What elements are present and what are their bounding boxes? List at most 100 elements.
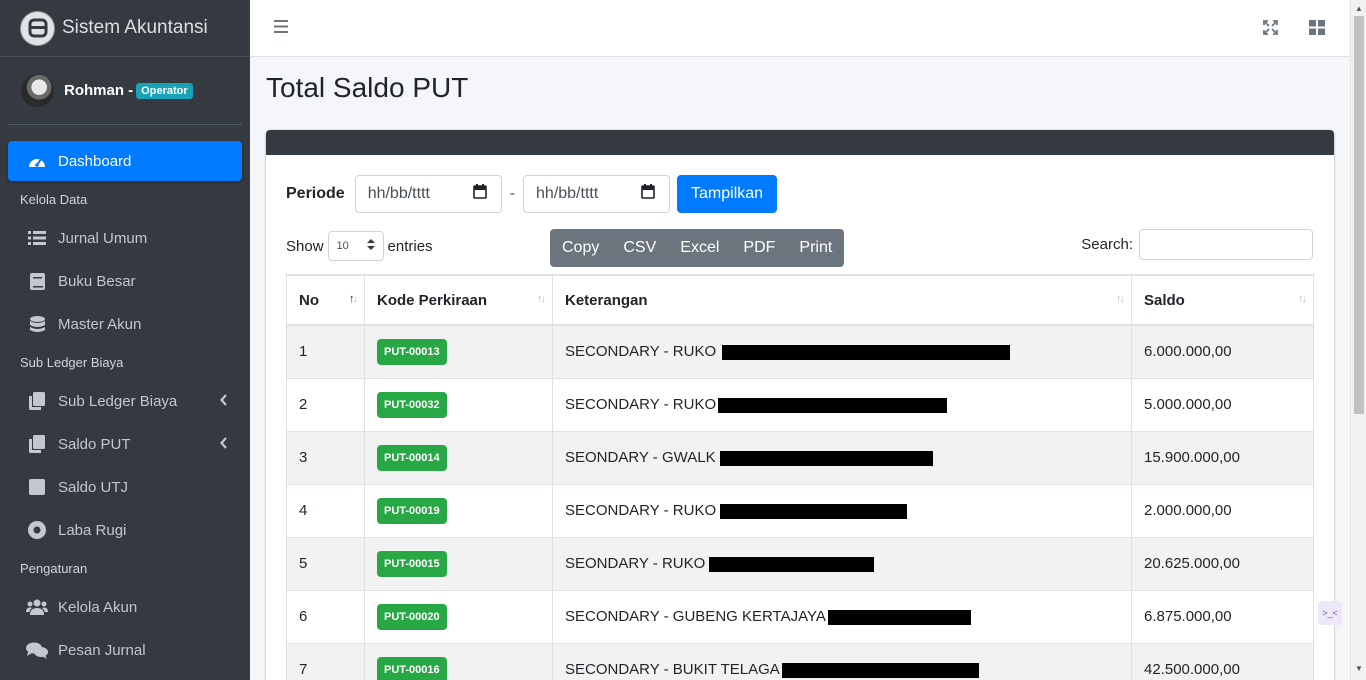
brand-link[interactable]: Sistem Akuntansi bbox=[0, 0, 250, 57]
tampilkan-button[interactable]: Tampilkan bbox=[677, 175, 778, 213]
cell-keterangan: SECONDARY - RUKO bbox=[552, 377, 1132, 432]
extension-widget-icon[interactable]: >_< bbox=[1318, 601, 1342, 625]
keterangan-text: SECONDARY - RUKO bbox=[565, 502, 717, 519]
copy-icon bbox=[26, 435, 48, 453]
avatar[interactable] bbox=[21, 74, 54, 107]
sidebar-item-dashboard[interactable]: Dashboard bbox=[8, 141, 242, 181]
sort-ascending-icon[interactable]: ↑↓ bbox=[349, 293, 358, 305]
scroll-up-arrow-icon[interactable]: ▲ bbox=[1355, 4, 1363, 13]
redaction-bar bbox=[718, 397, 948, 413]
date-to-input[interactable]: hh/bb/tttt bbox=[523, 175, 671, 213]
pdf-button[interactable]: PDF bbox=[731, 229, 787, 267]
sidebar-item-laba-rugi[interactable]: Laba Rugi bbox=[8, 510, 242, 550]
sidebar-item-label: Sub Ledger Biaya bbox=[58, 392, 178, 410]
sidebar-item-jurnal-umum[interactable]: Jurnal Umum bbox=[8, 218, 242, 258]
nav-header-sub-ledger: Sub Ledger Biaya bbox=[20, 355, 124, 370]
print-button[interactable]: Print bbox=[787, 229, 844, 267]
sidebar-item-master-akun[interactable]: Master Akun bbox=[8, 304, 242, 344]
brand-logo-icon bbox=[21, 11, 54, 45]
calendar-icon[interactable] bbox=[472, 184, 487, 204]
column-label: Keterangan bbox=[565, 291, 648, 309]
kode-badge: PUT-00013 bbox=[377, 338, 447, 365]
sidebar-item-label: Jurnal Umum bbox=[58, 229, 148, 247]
card-header bbox=[266, 130, 1334, 155]
page-title: Total Saldo PUT bbox=[266, 72, 469, 103]
sidebar-item-buku-besar[interactable]: Buku Besar bbox=[8, 261, 242, 301]
csv-button[interactable]: CSV bbox=[611, 229, 668, 267]
cell-saldo: 20.625.000,00 bbox=[1131, 536, 1314, 591]
cell-no: 4 bbox=[286, 483, 365, 538]
column-header-saldo[interactable]: Saldo ↑↓ bbox=[1131, 274, 1314, 326]
sidebar-item-saldo-utj[interactable]: Saldo UTJ bbox=[8, 467, 242, 507]
cell-kode: PUT-00015 bbox=[364, 536, 553, 591]
scrollbar-thumb[interactable] bbox=[1354, 16, 1364, 414]
keterangan-text: SEONDARY - RUKO bbox=[565, 555, 706, 572]
sidebar-item-kelola-akun[interactable]: Kelola Akun bbox=[8, 587, 242, 627]
sidebar-item-sub-ledger-biaya[interactable]: Sub Ledger Biaya bbox=[8, 381, 242, 421]
sidebar-item-label: Saldo UTJ bbox=[58, 478, 129, 496]
cell-kode: PUT-00032 bbox=[364, 377, 553, 432]
table-row: 3 PUT-00014 SEONDARY - GWALK 15.900.000,… bbox=[286, 430, 1314, 485]
entries-length-select[interactable]: 10 bbox=[327, 231, 384, 261]
control-sidebar-grid-icon[interactable] bbox=[1309, 20, 1325, 40]
brand-text: Sistem Akuntansi bbox=[62, 17, 208, 38]
cell-keterangan: SECONDARY - RUKO bbox=[552, 324, 1132, 379]
sidebar-item-pesan-jurnal[interactable]: Pesan Jurnal bbox=[8, 630, 242, 670]
table-row: 1 PUT-00013 SECONDARY - RUKO 6.000.000,0… bbox=[286, 324, 1314, 379]
sidebar-item-label: Pesan Jurnal bbox=[58, 641, 146, 659]
book-icon bbox=[26, 272, 48, 290]
date-from-input[interactable]: hh/bb/tttt bbox=[354, 175, 502, 213]
search-input[interactable] bbox=[1139, 229, 1313, 260]
sidebar-item-saldo-put[interactable]: Saldo PUT bbox=[8, 424, 242, 464]
top-navbar bbox=[250, 0, 1350, 57]
cell-saldo: 5.000.000,00 bbox=[1131, 377, 1314, 432]
fullscreen-expand-icon[interactable] bbox=[1263, 20, 1278, 40]
sidebar-item-label: Buku Besar bbox=[58, 272, 136, 290]
sort-icon[interactable]: ↑↓ bbox=[1298, 293, 1307, 305]
table-row: 4 PUT-00019 SECONDARY - RUKO 2.000.000,0… bbox=[286, 483, 1314, 538]
search-label: Search: bbox=[1081, 236, 1133, 253]
sidebar-item-label: Master Akun bbox=[58, 315, 142, 333]
cell-no: 2 bbox=[286, 377, 365, 432]
users-icon bbox=[26, 598, 48, 616]
keterangan-text: SEONDARY - GWALK bbox=[565, 449, 716, 466]
square-icon bbox=[26, 478, 48, 496]
chevron-left-icon bbox=[220, 393, 228, 410]
hamburger-menu-icon[interactable] bbox=[274, 20, 288, 38]
cell-saldo: 42.500.000,00 bbox=[1131, 642, 1314, 680]
column-header-kode[interactable]: Kode Perkiraan ↑↓ bbox=[364, 274, 553, 326]
redaction-bar bbox=[719, 450, 933, 466]
calendar-icon[interactable] bbox=[641, 184, 655, 204]
column-header-keterangan[interactable]: Keterangan ↑↓ bbox=[552, 274, 1132, 326]
date-separator: - bbox=[509, 185, 516, 202]
copy-icon bbox=[26, 392, 48, 410]
database-icon bbox=[26, 315, 48, 333]
cell-kode: PUT-00016 bbox=[364, 642, 553, 680]
show-label: Show bbox=[286, 237, 324, 255]
scroll-down-arrow-icon[interactable]: ▼ bbox=[1355, 664, 1363, 673]
kode-badge: PUT-00015 bbox=[377, 550, 447, 577]
user-name[interactable]: Rohman - bbox=[64, 82, 133, 99]
cell-keterangan: SEONDARY - GWALK bbox=[552, 430, 1132, 485]
saldo-put-card: Periode hh/bb/tttt - hh/bb/tttt Tampilka… bbox=[266, 130, 1334, 680]
cell-kode: PUT-00014 bbox=[364, 430, 553, 485]
date-from-placeholder: hh/bb/tttt bbox=[367, 185, 430, 202]
sort-icon[interactable]: ↑↓ bbox=[537, 293, 546, 305]
sort-icon[interactable]: ↑↓ bbox=[1116, 293, 1125, 305]
redaction-bar bbox=[709, 556, 875, 572]
entries-length-value: 10 bbox=[336, 240, 349, 252]
select-arrows-icon bbox=[366, 239, 375, 253]
export-button-group: Copy CSV Excel PDF Print bbox=[550, 229, 845, 267]
sidebar-nav: Dashboard Kelola Data Jurnal Umum Buku B… bbox=[0, 141, 250, 670]
column-label: Kode Perkiraan bbox=[377, 291, 488, 309]
page-scrollbar[interactable]: ▲ ▼ bbox=[1350, 0, 1366, 680]
column-header-no[interactable]: No ↑↓ bbox=[286, 274, 365, 326]
copy-button[interactable]: Copy bbox=[550, 229, 611, 267]
cell-keterangan: SECONDARY - RUKO bbox=[552, 483, 1132, 538]
table-search: Search: bbox=[1081, 229, 1313, 260]
comments-icon bbox=[26, 641, 48, 659]
cell-no: 6 bbox=[286, 589, 365, 644]
excel-button[interactable]: Excel bbox=[668, 229, 731, 267]
keterangan-text: SECONDARY - GUBENG KERTAJAYA bbox=[565, 608, 826, 625]
user-panel: Rohman - Operator bbox=[8, 57, 242, 125]
